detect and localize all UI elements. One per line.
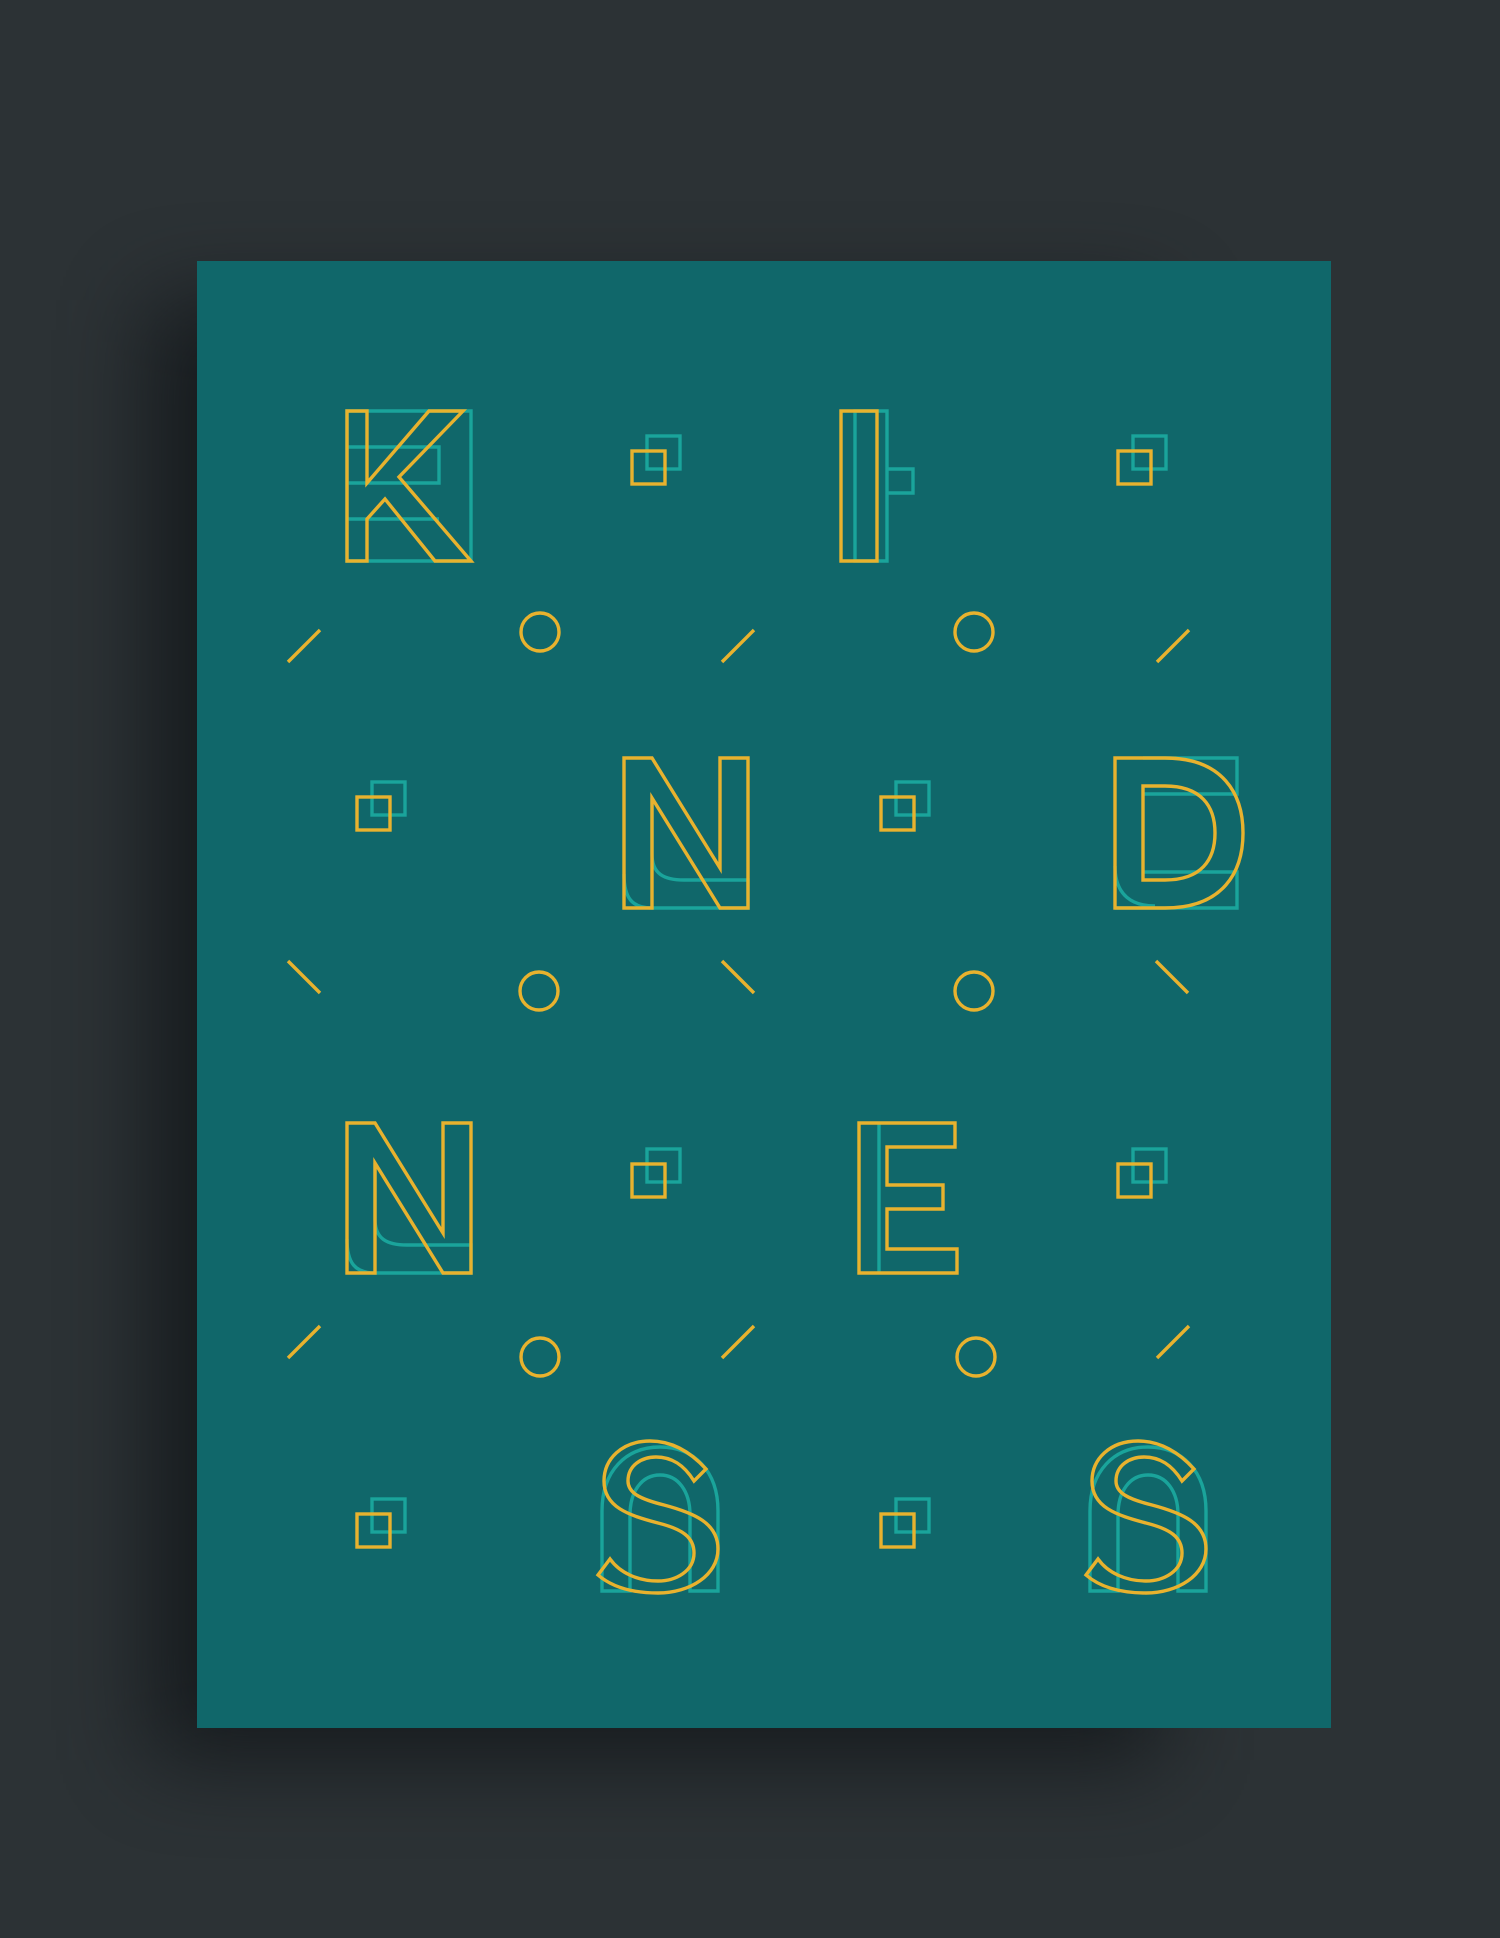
letter-k-1 <box>347 411 471 561</box>
circle-icon <box>518 970 560 1012</box>
backslash-icon <box>1154 959 1190 995</box>
slash-icon <box>286 1324 322 1360</box>
slash-icon <box>720 1324 756 1360</box>
slash-icon <box>286 628 322 664</box>
square-pair-icon <box>630 1147 682 1199</box>
circle-icon <box>953 970 995 1012</box>
backslash-icon <box>286 959 322 995</box>
letter-i-2 <box>841 411 913 561</box>
square-pair-icon <box>355 1497 407 1549</box>
square-pair-icon <box>1116 434 1168 486</box>
square-pair-icon <box>630 434 682 486</box>
square-pair-icon <box>355 780 407 832</box>
square-pair-icon <box>879 780 931 832</box>
letter-e-6 <box>859 1123 957 1273</box>
slash-icon <box>1155 628 1191 664</box>
backslash-icon <box>720 959 756 995</box>
circle-icon <box>955 1336 997 1378</box>
letter-d-4 <box>1115 758 1243 908</box>
letter-s-8 <box>1086 1441 1206 1593</box>
letter-s-7 <box>598 1441 718 1593</box>
poster <box>197 261 1331 1728</box>
slash-icon <box>720 628 756 664</box>
circle-icon <box>519 1336 561 1378</box>
letter-n-5 <box>347 1123 471 1273</box>
poster-artwork <box>286 261 1331 1728</box>
letter-n-3 <box>624 758 748 908</box>
square-pair-icon <box>879 1497 931 1549</box>
slash-icon <box>1155 1324 1191 1360</box>
circle-icon <box>519 611 561 653</box>
circle-icon <box>953 611 995 653</box>
square-pair-icon <box>1116 1147 1168 1199</box>
